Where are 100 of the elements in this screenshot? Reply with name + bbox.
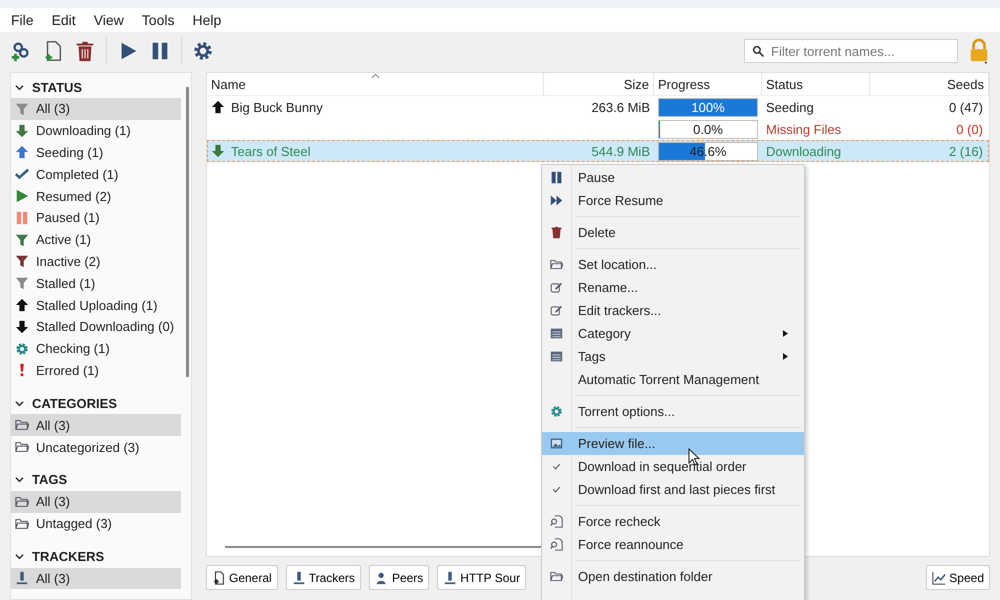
section-heading: CATEGORIES	[32, 396, 117, 411]
section-heading: TRACKERS	[32, 549, 104, 564]
menu-item[interactable]: Automatic Torrent Management	[542, 368, 804, 391]
speed-tab[interactable]: Speed	[926, 565, 990, 590]
column-header[interactable]: Progress	[654, 73, 762, 95]
seeds-text: 2 (16)	[949, 144, 983, 158]
seeds-text: 0 (47)	[949, 100, 983, 114]
filter-item[interactable]: All (3)	[11, 568, 181, 590]
settings-icon[interactable]	[192, 40, 214, 62]
image-icon	[550, 437, 563, 450]
filter-item[interactable]: All (3)	[11, 98, 181, 120]
document-search-icon	[550, 538, 563, 551]
menu-item[interactable]: View	[84, 12, 133, 28]
fast-forward-icon	[550, 194, 563, 207]
section-heading: TAGS	[32, 472, 68, 488]
menu-item[interactable]: Preview file...	[542, 432, 804, 455]
detail-tab[interactable]: Peers	[368, 565, 430, 590]
pause-icon	[550, 171, 563, 184]
list-window-icon	[550, 350, 563, 363]
pause-icon	[15, 210, 29, 225]
document-search-icon	[550, 515, 563, 528]
folder-icon	[550, 570, 563, 583]
detail-tab[interactable]: General	[206, 565, 278, 590]
checkmark-icon	[15, 167, 29, 182]
filter-item[interactable]: Seeding (1)	[11, 142, 181, 164]
menu-item[interactable]: File	[2, 12, 43, 28]
menu-item[interactable]: Rename...	[542, 276, 804, 299]
filter-item[interactable]: Checking (1)	[11, 338, 181, 360]
menu-item[interactable]: Download first and last pieces first	[542, 478, 804, 501]
torrent-name: Tears of Steel	[231, 144, 310, 158]
filter-item[interactable]: Paused (1)	[11, 206, 181, 229]
menu-item[interactable]: Edit	[42, 12, 85, 28]
folder-icon	[15, 440, 29, 454]
menu-item[interactable]: Force reannounce	[542, 533, 804, 556]
edit-icon	[550, 304, 563, 317]
filter-icon	[15, 232, 29, 247]
menu-item[interactable]: Force Resume	[542, 189, 804, 212]
filter-item[interactable]: Resumed (2)	[11, 185, 181, 207]
pin-icon	[15, 571, 29, 586]
column-header[interactable]: Seeds	[870, 73, 989, 95]
gear-icon	[15, 342, 29, 356]
up-arrow-icon	[211, 100, 225, 114]
menu-item[interactable]: Tools	[132, 12, 184, 28]
chevron-icon[interactable]	[15, 82, 24, 92]
column-header[interactable]: Size	[544, 73, 654, 95]
filter-item[interactable]: Stalled (1)	[11, 272, 181, 294]
down-arrow-icon	[15, 320, 29, 334]
filter-item[interactable]: All (3)	[11, 414, 181, 436]
menu-item[interactable]: Force recheck	[542, 510, 804, 533]
down-arrow-icon	[211, 144, 225, 158]
line-chart-icon	[932, 570, 946, 584]
filter-item[interactable]: Stalled Downloading (0)	[11, 316, 181, 338]
filter-item[interactable]: All (3)	[11, 490, 181, 513]
menu-item[interactable]: Set location...	[542, 253, 804, 276]
folder-icon	[15, 418, 29, 432]
progress-bar: 0.0%	[658, 120, 758, 138]
down-arrow-icon	[15, 124, 29, 138]
size-text: 544.9 MiB	[591, 144, 650, 158]
folder-icon	[550, 258, 563, 271]
filter-item[interactable]: Errored (1)	[11, 360, 181, 382]
filter-item[interactable]: Completed (1)	[11, 163, 181, 186]
torrent-row[interactable]: Big Buck Bunny 263.6 MiB 100% Seeding 0 (47)	[207, 96, 989, 118]
status-text: Seeding	[766, 100, 814, 114]
seeds-text: 0 (0)	[956, 122, 983, 136]
torrent-name: Big Buck Bunny	[231, 100, 323, 114]
pin-icon	[443, 570, 458, 584]
chevron-icon[interactable]	[15, 475, 24, 484]
menu-item[interactable]: Download in sequential order	[542, 455, 804, 478]
filter-item[interactable]: Downloading (1)	[11, 120, 181, 142]
filter-item[interactable]: Uncategorized (3)	[11, 436, 181, 458]
up-arrow-icon	[15, 145, 29, 160]
chevron-icon[interactable]	[15, 552, 24, 562]
folder-icon	[15, 494, 29, 509]
filter-item[interactable]: Active (1)	[11, 228, 181, 251]
trash-icon[interactable]	[74, 40, 96, 62]
menu-item[interactable]: Edit trackers...	[542, 299, 804, 322]
column-header[interactable]: Name	[207, 73, 544, 95]
play-icon	[15, 189, 29, 204]
menu-item[interactable]: Open destination folder	[542, 565, 804, 588]
filter-item[interactable]: Inactive (2)	[11, 250, 181, 272]
menu-item[interactable]: Delete	[542, 221, 804, 244]
column-header[interactable]: Status	[762, 73, 870, 95]
menu-item[interactable]: Help	[183, 12, 230, 28]
detail-tab[interactable]: HTTP Sour	[437, 565, 526, 590]
chevron-icon[interactable]	[15, 398, 24, 408]
menu-item[interactable]: Torrent options...	[542, 400, 804, 423]
filter-item[interactable]: Untagged (3)	[11, 512, 181, 535]
menu-item[interactable]: Pause	[542, 166, 804, 189]
menu-item[interactable]: Tags	[542, 345, 804, 368]
size-text: 263.6 MiB	[591, 100, 650, 114]
menu-item[interactable]: Category	[542, 322, 804, 345]
torrent-row[interactable]: 0.0% Missing Files 0 (0)	[207, 118, 989, 140]
gear-icon	[550, 405, 563, 418]
search-field[interactable]: Filter torrent names...	[744, 39, 958, 63]
filter-icon	[15, 102, 29, 116]
progress-bar: 100%	[658, 98, 758, 116]
detail-tab[interactable]: Trackers	[286, 565, 361, 590]
trash-icon	[550, 226, 563, 239]
edit-icon	[550, 281, 563, 294]
filter-item[interactable]: Stalled Uploading (1)	[11, 294, 181, 316]
